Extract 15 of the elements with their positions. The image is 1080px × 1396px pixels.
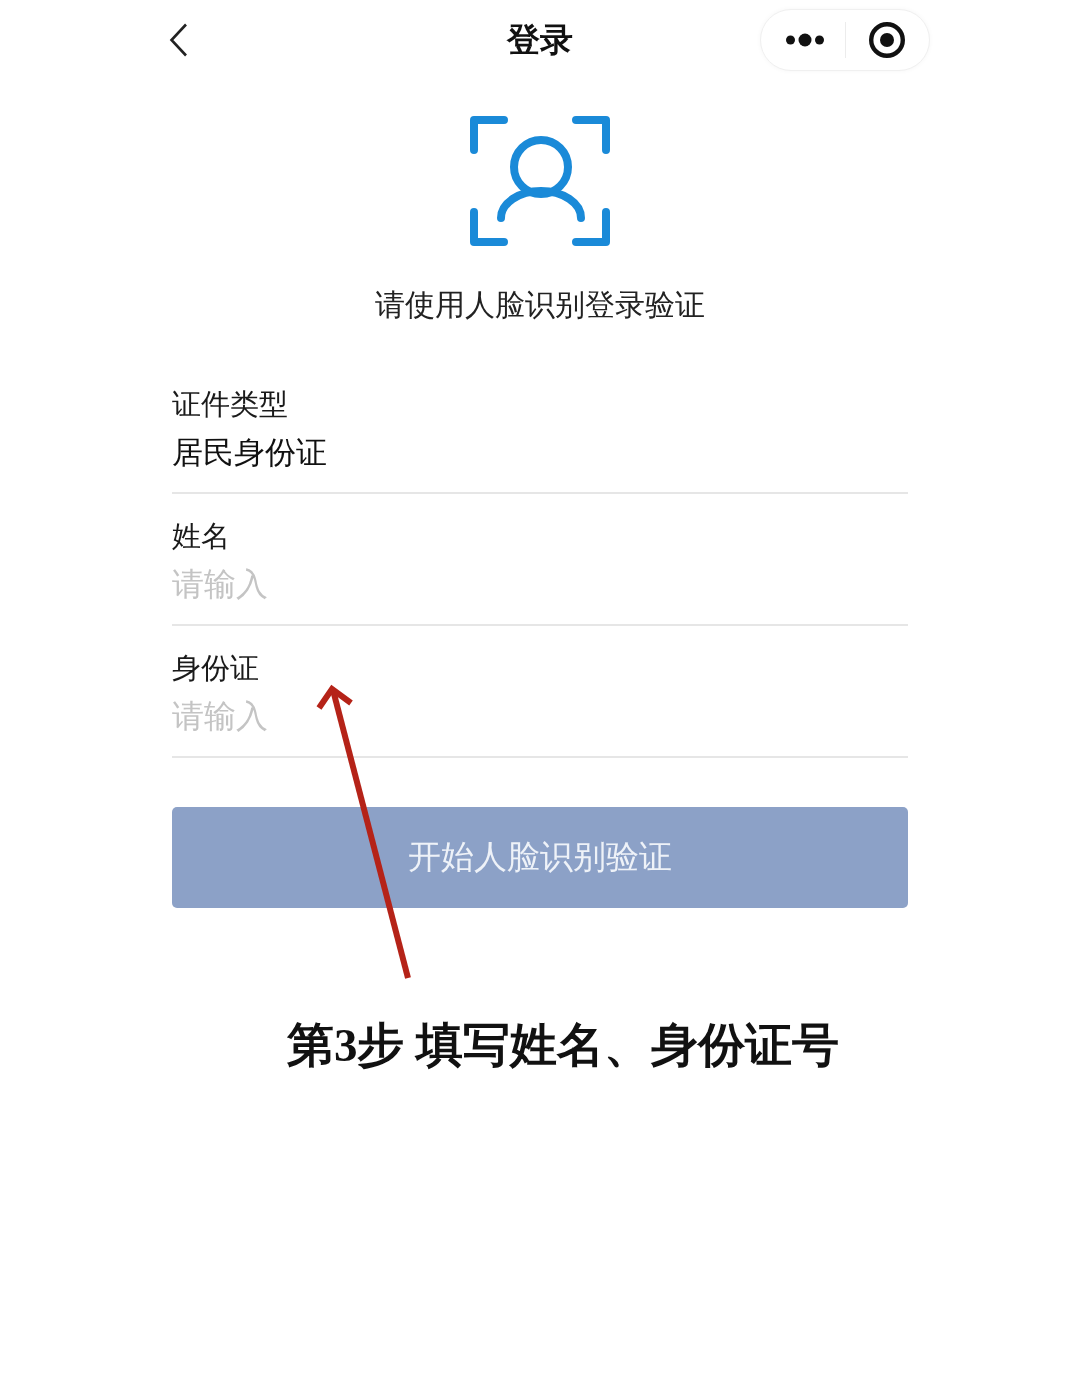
more-icon: [786, 33, 824, 47]
page-title: 登录: [507, 19, 573, 61]
circle-dot-icon: [869, 22, 905, 58]
face-scan-icon: [470, 116, 610, 246]
face-login-prompt: 请使用人脸识别登录验证: [375, 286, 705, 324]
step-caption: 第3步 填写姓名、身份证号: [286, 1018, 840, 1073]
close-button[interactable]: [869, 22, 905, 58]
input-field[interactable]: 请输入: [172, 564, 908, 604]
back-icon: [168, 23, 188, 57]
input-field[interactable]: 请输入: [172, 696, 908, 736]
field-label: 姓名: [172, 518, 230, 554]
more-button[interactable]: [786, 33, 824, 47]
field-label: 证件类型: [172, 386, 288, 422]
field-label: 身份证: [172, 650, 259, 686]
select-value[interactable]: 居民身份证: [172, 432, 327, 472]
